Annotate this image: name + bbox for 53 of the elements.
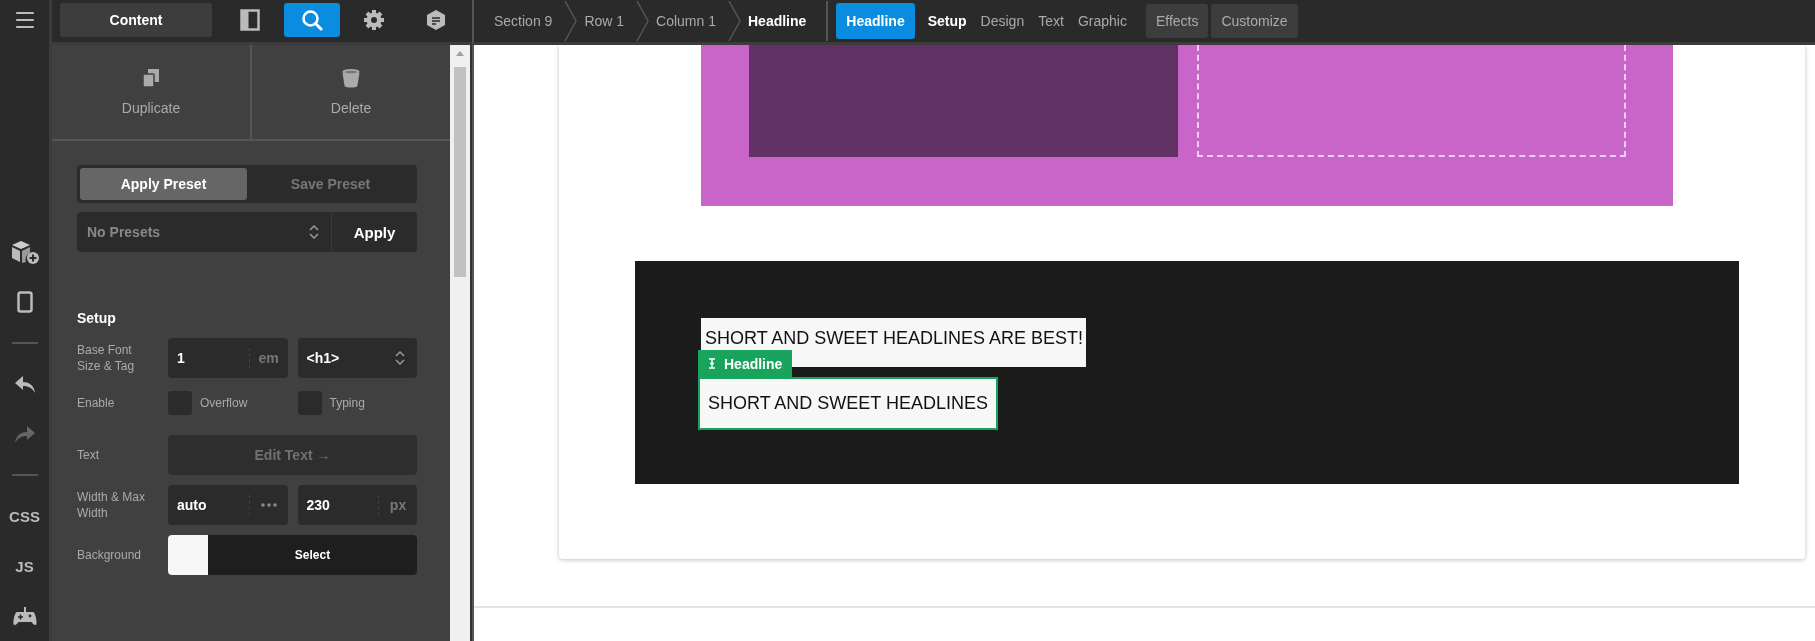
trash-icon: [341, 68, 361, 88]
tag-select[interactable]: <h1>: [297, 338, 417, 378]
text-cursor-icon: [708, 358, 716, 369]
headline[interactable]: SHORT AND SWEET HEADLINES: [698, 377, 999, 430]
search-icon: [301, 8, 323, 31]
mobile-icon[interactable]: [16, 290, 33, 313]
content-button[interactable]: Content: [60, 2, 212, 37]
preset-tab[interactable]: Apply Preset: [80, 168, 247, 200]
chevron-separator-icon: [728, 1, 742, 41]
preset-select[interactable]: No Presets: [77, 212, 332, 252]
section-heading: Setup: [77, 310, 117, 326]
settings-tab[interactable]: Design: [973, 13, 1032, 29]
field-label: Background: [77, 547, 143, 563]
settings-icon: [363, 8, 385, 31]
breadcrumb-link[interactable]: Column 1: [650, 13, 728, 29]
field-label: Enable: [77, 395, 116, 411]
settings-tab[interactable]: Setup: [920, 13, 974, 29]
checkbox-label: Overflow: [200, 396, 248, 410]
duplicate-icon: [142, 68, 160, 88]
customize-button[interactable]: Customize: [1211, 4, 1298, 38]
chevron-updown-icon: [395, 351, 405, 365]
apply-button[interactable]: Apply: [332, 212, 417, 252]
undo-icon[interactable]: [13, 374, 36, 395]
settings-tab[interactable]: Text: [1031, 13, 1071, 29]
breadcrumb-link[interactable]: Row 1: [578, 13, 637, 29]
scrollbar[interactable]: [450, 45, 472, 641]
field-label: Base Font Size & Tag: [77, 342, 136, 374]
code-link[interactable]: CSS: [9, 508, 40, 526]
notes-icon: [425, 8, 447, 31]
more-icon: [260, 503, 277, 507]
number-field[interactable]: 1 em: [168, 338, 288, 378]
element-tag[interactable]: Headline: [698, 350, 793, 377]
breadcrumb-link[interactable]: Headline: [742, 13, 819, 29]
width-field[interactable]: auto: [168, 485, 288, 525]
menu-icon[interactable]: [14, 10, 35, 29]
add-element-icon[interactable]: [9, 238, 40, 265]
duplicate-button[interactable]: Duplicate: [52, 45, 250, 139]
field-label: Width & Max Width: [77, 489, 146, 521]
code-link[interactable]: JS: [15, 557, 34, 575]
breadcrumb-link[interactable]: Section 9: [488, 13, 565, 29]
chevron-updown-icon: [309, 225, 319, 239]
gamepad-icon[interactable]: [12, 606, 37, 627]
checkbox-label: Typing: [329, 396, 365, 410]
element-badge: Headline: [836, 3, 915, 39]
settings-tab[interactable]: Graphic: [1070, 13, 1134, 29]
field-label: Text: [77, 447, 100, 463]
sidebar-icon: [240, 8, 260, 31]
chevron-separator-icon: [564, 1, 579, 41]
effects-button[interactable]: Effects: [1145, 4, 1209, 38]
search-button[interactable]: [284, 2, 340, 37]
chevron-separator-icon: [636, 1, 651, 41]
color-picker[interactable]: Select: [168, 535, 417, 575]
number-field[interactable]: 230 px: [297, 485, 417, 525]
